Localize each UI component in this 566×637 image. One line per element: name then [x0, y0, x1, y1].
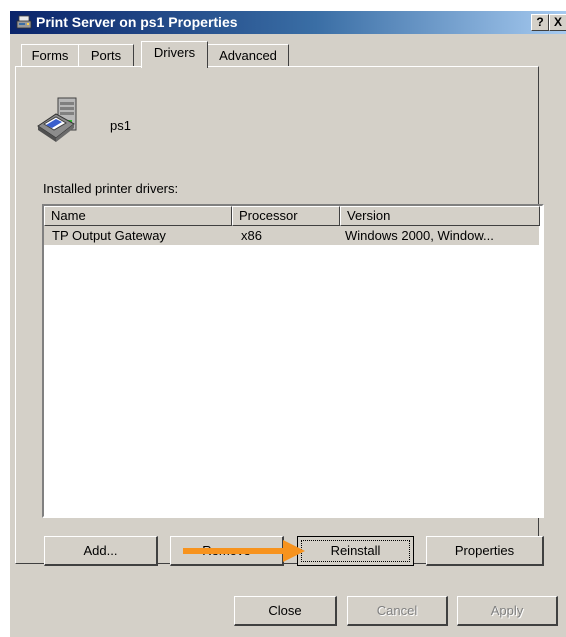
column-header-processor[interactable]: Processor [232, 206, 340, 226]
reinstall-button[interactable]: Reinstall [297, 536, 414, 566]
tab-ports[interactable]: Ports [78, 44, 134, 67]
column-header-version[interactable]: Version [340, 206, 540, 226]
installed-drivers-label: Installed printer drivers: [43, 181, 179, 196]
orange-arrow-icon [183, 540, 305, 562]
apply-button[interactable]: Apply [457, 596, 558, 626]
print-server-icon [37, 97, 77, 142]
title-bar[interactable]: Print Server on ps1 Properties ? X [10, 11, 566, 34]
driver-name-cell: TP Output Gateway [52, 228, 166, 243]
close-window-button[interactable]: X [549, 14, 566, 31]
drivers-list[interactable]: Name Processor Version TP Output Gateway… [42, 204, 544, 518]
tab-drivers[interactable]: Drivers [141, 41, 208, 68]
print-server-icon [16, 15, 32, 29]
driver-processor-cell: x86 [241, 228, 262, 243]
cancel-button-label: Cancel [376, 603, 418, 618]
tab-advanced[interactable]: Advanced [207, 44, 289, 67]
properties-button[interactable]: Properties [426, 536, 544, 566]
add-button-label: Add... [83, 543, 118, 558]
tab-forms[interactable]: Forms [21, 44, 79, 67]
table-row[interactable]: TP Output Gateway x86 Windows 2000, Wind… [44, 226, 539, 245]
column-header-name[interactable]: Name [44, 206, 232, 226]
driver-version-cell: Windows 2000, Window... [345, 228, 494, 243]
close-button-label: Close [268, 603, 302, 618]
properties-button-label: Properties [454, 543, 515, 558]
apply-button-label: Apply [490, 603, 524, 618]
window-title: Print Server on ps1 Properties [36, 14, 238, 30]
add-button[interactable]: Add... [44, 536, 158, 566]
cancel-button[interactable]: Cancel [347, 596, 448, 626]
focus-rectangle [301, 540, 410, 562]
server-name: ps1 [110, 118, 131, 133]
help-button[interactable]: ? [531, 14, 549, 31]
close-button[interactable]: Close [234, 596, 337, 626]
